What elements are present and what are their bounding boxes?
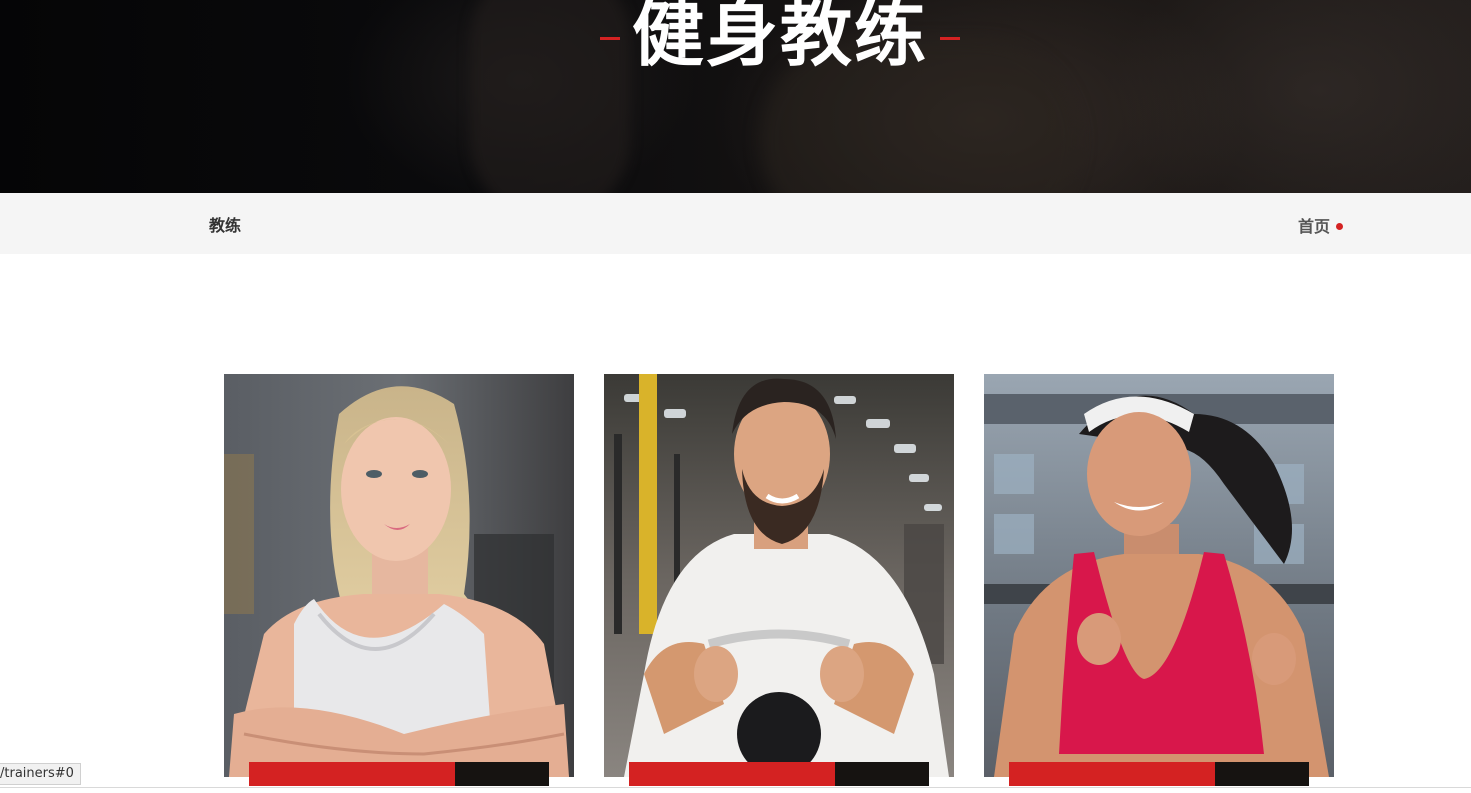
trainer-photo[interactable] [224,374,574,777]
trainer-photo[interactable] [604,374,954,777]
trainer-bar-red [629,762,835,786]
trainer-photo[interactable] [984,374,1334,777]
trainer-card[interactable] [984,374,1334,793]
breadcrumb-home-label: 首页 [1297,217,1330,236]
breadcrumb-current: 教练 [209,216,242,235]
trainer-photo-image [604,374,954,777]
breadcrumb-home-link[interactable]: 首页 [1298,213,1343,237]
hero-title-left-dash [600,36,620,40]
trainer-bar-dark [835,762,929,786]
trainer-photo-image [984,374,1334,777]
breadcrumb-dot-icon [1336,222,1343,230]
breadcrumb: 教练 首页 [0,193,1471,254]
trainer-card[interactable] [224,374,574,793]
trainer-card-list [0,374,1471,793]
hero-title-group: 健身教练 [600,0,960,76]
status-bar-url: /trainers#0 [0,763,81,785]
page-title: 健身教练 [632,0,929,76]
trainer-card-bar [249,762,549,786]
trainer-bar-red [1009,762,1215,786]
trainer-bar-red [249,762,455,786]
page-bottom-divider [0,787,1471,788]
trainer-card[interactable] [604,374,954,793]
trainer-photo-image [224,374,574,777]
trainer-card-bar [629,762,929,786]
hero-title-right-dash [940,36,960,40]
trainer-card-bar [1009,762,1309,786]
page-hero-banner: 健身教练 [0,0,1471,193]
trainer-bar-dark [1215,762,1309,786]
trainer-bar-dark [455,762,549,786]
